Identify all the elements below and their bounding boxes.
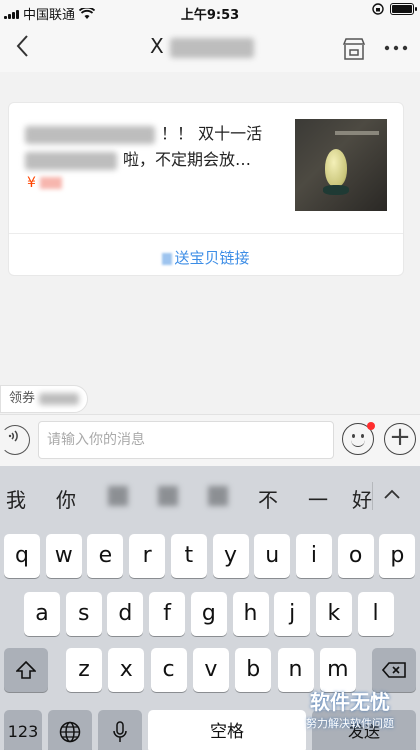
message-input[interactable] (38, 421, 334, 459)
dictation-key[interactable] (98, 710, 142, 750)
key-z[interactable]: z (66, 648, 102, 692)
redacted-candidate[interactable] (158, 486, 178, 506)
key-a[interactable]: a (24, 592, 60, 636)
space-key[interactable]: 空格 (148, 710, 306, 750)
key-f[interactable]: f (149, 592, 186, 636)
back-button[interactable] (8, 34, 36, 62)
redacted-text (39, 392, 80, 405)
numbers-key[interactable]: 123 (4, 710, 42, 750)
candidate-word[interactable]: 好 (352, 484, 372, 513)
globe-icon (59, 721, 81, 743)
voice-input-button[interactable] (0, 425, 30, 455)
key-j[interactable]: j (274, 592, 311, 636)
shift-key[interactable] (4, 648, 48, 692)
candidate-bar: 我 你 不 一 好 (0, 466, 420, 526)
redacted-text (162, 252, 173, 265)
key-i[interactable]: i (295, 534, 332, 578)
candidate-word[interactable]: 我 (6, 484, 26, 513)
chat-title: X (150, 34, 255, 58)
chat-title-text: X (150, 34, 164, 58)
voice-icon (8, 430, 18, 442)
notification-dot (367, 422, 375, 430)
more-actions-button[interactable]: + (384, 423, 416, 455)
candidate-word[interactable]: 你 (56, 484, 76, 513)
status-bar: 中国联通 上午9:53 (0, 0, 420, 24)
product-thumbnail[interactable] (295, 119, 387, 211)
watermark-logo: 软件无忧 努力解决软件问题 (306, 690, 394, 730)
chevron-left-icon (16, 35, 28, 57)
redacted-text (25, 125, 155, 144)
key-h[interactable]: h (232, 592, 269, 636)
key-g[interactable]: g (190, 592, 227, 636)
key-s[interactable]: s (65, 592, 102, 636)
shop-icon[interactable] (342, 38, 366, 60)
chevron-up-icon (384, 489, 400, 499)
key-k[interactable]: k (315, 592, 352, 636)
key-q[interactable]: q (4, 534, 40, 578)
key-p[interactable]: p (379, 534, 416, 578)
key-y[interactable]: y (212, 534, 249, 578)
shift-icon (15, 660, 37, 679)
more-icon[interactable] (384, 34, 412, 62)
globe-key[interactable] (48, 710, 92, 750)
quick-phrase-chip[interactable]: 领券 (0, 385, 89, 413)
product-title: ！！ 双十一活 啦，不定期会放… (25, 121, 291, 173)
redacted-candidate[interactable] (108, 486, 128, 506)
battery-icon (390, 3, 417, 15)
key-b[interactable]: b (235, 648, 272, 692)
key-u[interactable]: u (254, 534, 291, 578)
redacted-text (25, 151, 117, 170)
input-bar: + (0, 414, 420, 466)
candidate-word[interactable]: 不 (258, 484, 278, 513)
key-l[interactable]: l (357, 592, 394, 636)
key-w[interactable]: w (45, 534, 82, 578)
redacted-price (40, 177, 63, 189)
key-r[interactable]: r (129, 534, 166, 578)
send-product-link-button[interactable]: 送宝贝链接 (9, 247, 403, 268)
key-d[interactable]: d (107, 592, 144, 636)
key-t[interactable]: t (170, 534, 207, 578)
expand-candidates-button[interactable] (384, 480, 400, 504)
key-e[interactable]: e (87, 534, 124, 578)
nav-bar: X (0, 24, 420, 72)
card-divider (9, 233, 403, 234)
redacted-name (170, 37, 255, 58)
backspace-icon (381, 662, 406, 678)
candidate-word[interactable]: 一 (308, 484, 328, 513)
key-o[interactable]: o (337, 534, 374, 578)
redacted-candidate[interactable] (208, 486, 228, 506)
key-x[interactable]: x (108, 648, 145, 692)
product-card[interactable]: ！！ 双十一活 啦，不定期会放… ¥ 送宝贝链接 (8, 102, 404, 276)
orientation-lock-icon (372, 3, 384, 15)
key-c[interactable]: c (150, 648, 187, 692)
emoji-button[interactable] (342, 422, 375, 455)
product-price: ¥ (27, 175, 63, 191)
microphone-icon (113, 721, 127, 742)
key-v[interactable]: v (192, 648, 229, 692)
status-time: 上午9:53 (180, 8, 240, 23)
